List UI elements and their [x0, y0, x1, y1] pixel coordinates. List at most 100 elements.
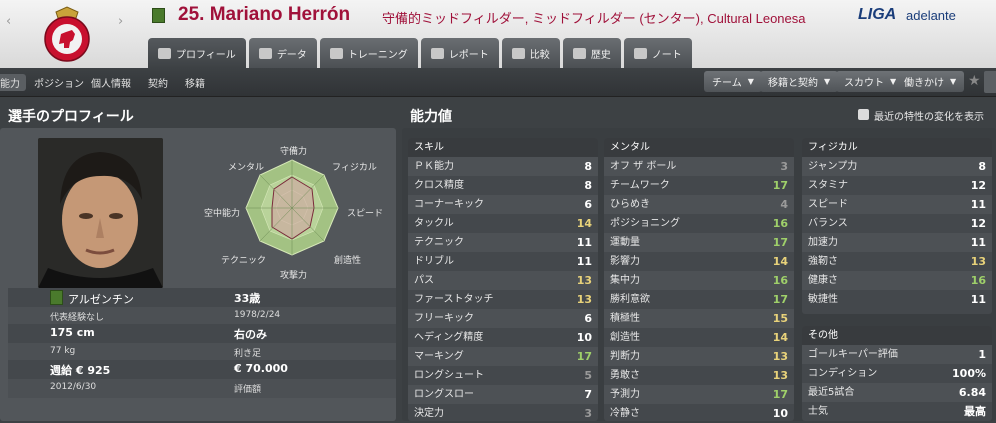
attribute-row[interactable]: 敏捷性 11 [802, 290, 992, 309]
attribute-row[interactable]: 勇敢さ 13 [604, 366, 794, 385]
attribute-value: 3 [780, 160, 788, 173]
attribute-value: 11 [576, 255, 592, 268]
menu-button[interactable] [984, 71, 996, 93]
attribute-name: 創造性 [610, 332, 640, 343]
show-changes-checkbox[interactable] [858, 109, 869, 120]
nationality[interactable]: アルゼンチン [68, 291, 134, 307]
interaction-dropdown[interactable]: 働きかけ ▼ [896, 71, 965, 92]
forward-arrow-icon[interactable]: › [118, 14, 123, 29]
tab-profile[interactable]: プロフィール [148, 38, 246, 68]
wage: 週給 € 925 [50, 364, 111, 377]
attribute-row[interactable]: 勝利意欲 17 [604, 290, 794, 309]
attribute-row[interactable]: コーナーキック 6 [408, 195, 598, 214]
attribute-row[interactable]: ロングシュート 5 [408, 366, 598, 385]
show-changes-label[interactable]: 最近の特性の変化を表示 [874, 108, 984, 123]
attribute-row[interactable]: 影響力 14 [604, 252, 794, 271]
chevron-down-icon: ▼ [950, 77, 957, 86]
attribute-name: ポジショニング [610, 218, 680, 229]
attribute-row[interactable]: 予測力 17 [604, 385, 794, 404]
tab-note[interactable]: ノート [623, 38, 692, 68]
attribute-name: ドリブル [414, 256, 454, 267]
attribute-row[interactable]: ゴールキーパー評価 1 [802, 345, 992, 364]
radar-label-physical: フィジカル [332, 163, 377, 173]
tab-data[interactable]: データ [248, 38, 317, 68]
attribute-row[interactable]: ドリブル 11 [408, 252, 598, 271]
star-icon[interactable]: ★ [968, 73, 981, 89]
mental-column: メンタル オフ ザ ボール 3 チームワーク 17 ひらめき 4 ポジショニング 16 運動量 1… [604, 138, 794, 421]
attribute-value: 10 [576, 331, 592, 344]
other-column-title: その他 [802, 326, 992, 345]
attribute-value: 14 [772, 331, 788, 344]
attribute-value: 11 [970, 236, 986, 249]
tab-training[interactable]: トレーニング [319, 38, 418, 68]
attribute-value: 7 [584, 388, 592, 401]
attribute-row[interactable]: 積極性 15 [604, 309, 794, 328]
attribute-row[interactable]: テクニック 11 [408, 233, 598, 252]
tab-report[interactable]: レポート [420, 38, 499, 68]
data-icon [258, 47, 272, 59]
tab-compare[interactable]: 比較 [501, 38, 560, 68]
radar-label-speed: スピード [347, 209, 384, 219]
subtab-personal[interactable]: 個人情報 [85, 74, 137, 91]
attribute-row[interactable]: ファーストタッチ 13 [408, 290, 598, 309]
attribute-row[interactable]: 士気 最高 [802, 402, 992, 421]
attribute-row[interactable]: 運動量 17 [604, 233, 794, 252]
attribute-name: 運動量 [610, 237, 640, 248]
attribute-row[interactable]: 冷静さ 10 [604, 404, 794, 423]
attribute-row[interactable]: チームワーク 17 [604, 176, 794, 195]
scout-dropdown[interactable]: スカウト ▼ [836, 71, 905, 92]
attribute-value: 17 [772, 179, 788, 192]
player-positions-club[interactable]: 守備的ミッドフィルダー, ミッドフィルダー (センター), Cultural L… [382, 8, 806, 27]
attribute-row[interactable]: ポジショニング 16 [604, 214, 794, 233]
attribute-row[interactable]: コンディション 100% [802, 364, 992, 383]
mental-column-title: メンタル [604, 138, 794, 157]
subtab-positions[interactable]: ポジション [28, 74, 90, 91]
radar-label-creativity: 創造性 [334, 256, 362, 266]
attribute-row[interactable]: パス 13 [408, 271, 598, 290]
attribute-row[interactable]: 最近5試合 6.84 [802, 383, 992, 402]
attribute-row[interactable]: タックル 14 [408, 214, 598, 233]
attribute-row[interactable]: 創造性 14 [604, 328, 794, 347]
attributes-section-title: 能力値 [410, 108, 452, 124]
attribute-row[interactable]: バランス 12 [802, 214, 992, 233]
club-crest-icon[interactable] [42, 6, 92, 62]
attribute-row[interactable]: ひらめき 4 [604, 195, 794, 214]
attribute-name: オフ ザ ボール [610, 161, 677, 172]
attribute-row[interactable]: 判断力 13 [604, 347, 794, 366]
attribute-value: 15 [772, 312, 788, 325]
transfer-contract-dropdown[interactable]: 移籍と契約 ▼ [760, 71, 839, 92]
training-icon [329, 47, 343, 59]
attribute-row[interactable]: スタミナ 12 [802, 176, 992, 195]
attribute-row[interactable]: ヘディング精度 10 [408, 328, 598, 347]
subtab-transfer[interactable]: 移籍 [179, 74, 211, 91]
league-logo-text: LIGA [858, 6, 897, 23]
team-dropdown[interactable]: チーム ▼ [704, 71, 762, 92]
attribute-row[interactable]: オフ ザ ボール 3 [604, 157, 794, 176]
attribute-row[interactable]: スピード 11 [802, 195, 992, 214]
skill-column: スキル ＰＫ能力 8 クロス精度 8 コーナーキック 6 タックル 14 テクニック 11 ドリブル… [408, 138, 598, 421]
attribute-row[interactable]: 強靭さ 13 [802, 252, 992, 271]
radar-label-aerial: 空中能力 [204, 209, 241, 219]
back-arrow-icon[interactable]: ‹ [6, 14, 11, 29]
attribute-name: チームワーク [610, 180, 670, 191]
attribute-row[interactable]: マーキング 17 [408, 347, 598, 366]
attribute-row[interactable]: 健康さ 16 [802, 271, 992, 290]
attribute-value: 8 [584, 179, 592, 192]
attribute-name: フリーキック [414, 313, 474, 324]
subtab-attributes[interactable]: 能力 [0, 74, 26, 91]
subtab-contract[interactable]: 契約 [142, 74, 174, 91]
attribute-row[interactable]: 加速力 11 [802, 233, 992, 252]
attribute-name: ジャンプ力 [808, 161, 858, 172]
intl-caps: 代表経験なし [50, 313, 105, 323]
attribute-row[interactable]: ジャンプ力 8 [802, 157, 992, 176]
attribute-row[interactable]: ＰＫ能力 8 [408, 157, 598, 176]
compare-icon [511, 47, 525, 59]
tab-history[interactable]: 歴史 [562, 38, 621, 68]
attribute-row[interactable]: クロス精度 8 [408, 176, 598, 195]
attribute-value: 13 [772, 350, 788, 363]
attribute-value: 10 [772, 407, 788, 420]
attribute-row[interactable]: 決定力 3 [408, 404, 598, 423]
attribute-row[interactable]: 集中力 16 [604, 271, 794, 290]
attribute-row[interactable]: ロングスロー 7 [408, 385, 598, 404]
attribute-row[interactable]: フリーキック 6 [408, 309, 598, 328]
